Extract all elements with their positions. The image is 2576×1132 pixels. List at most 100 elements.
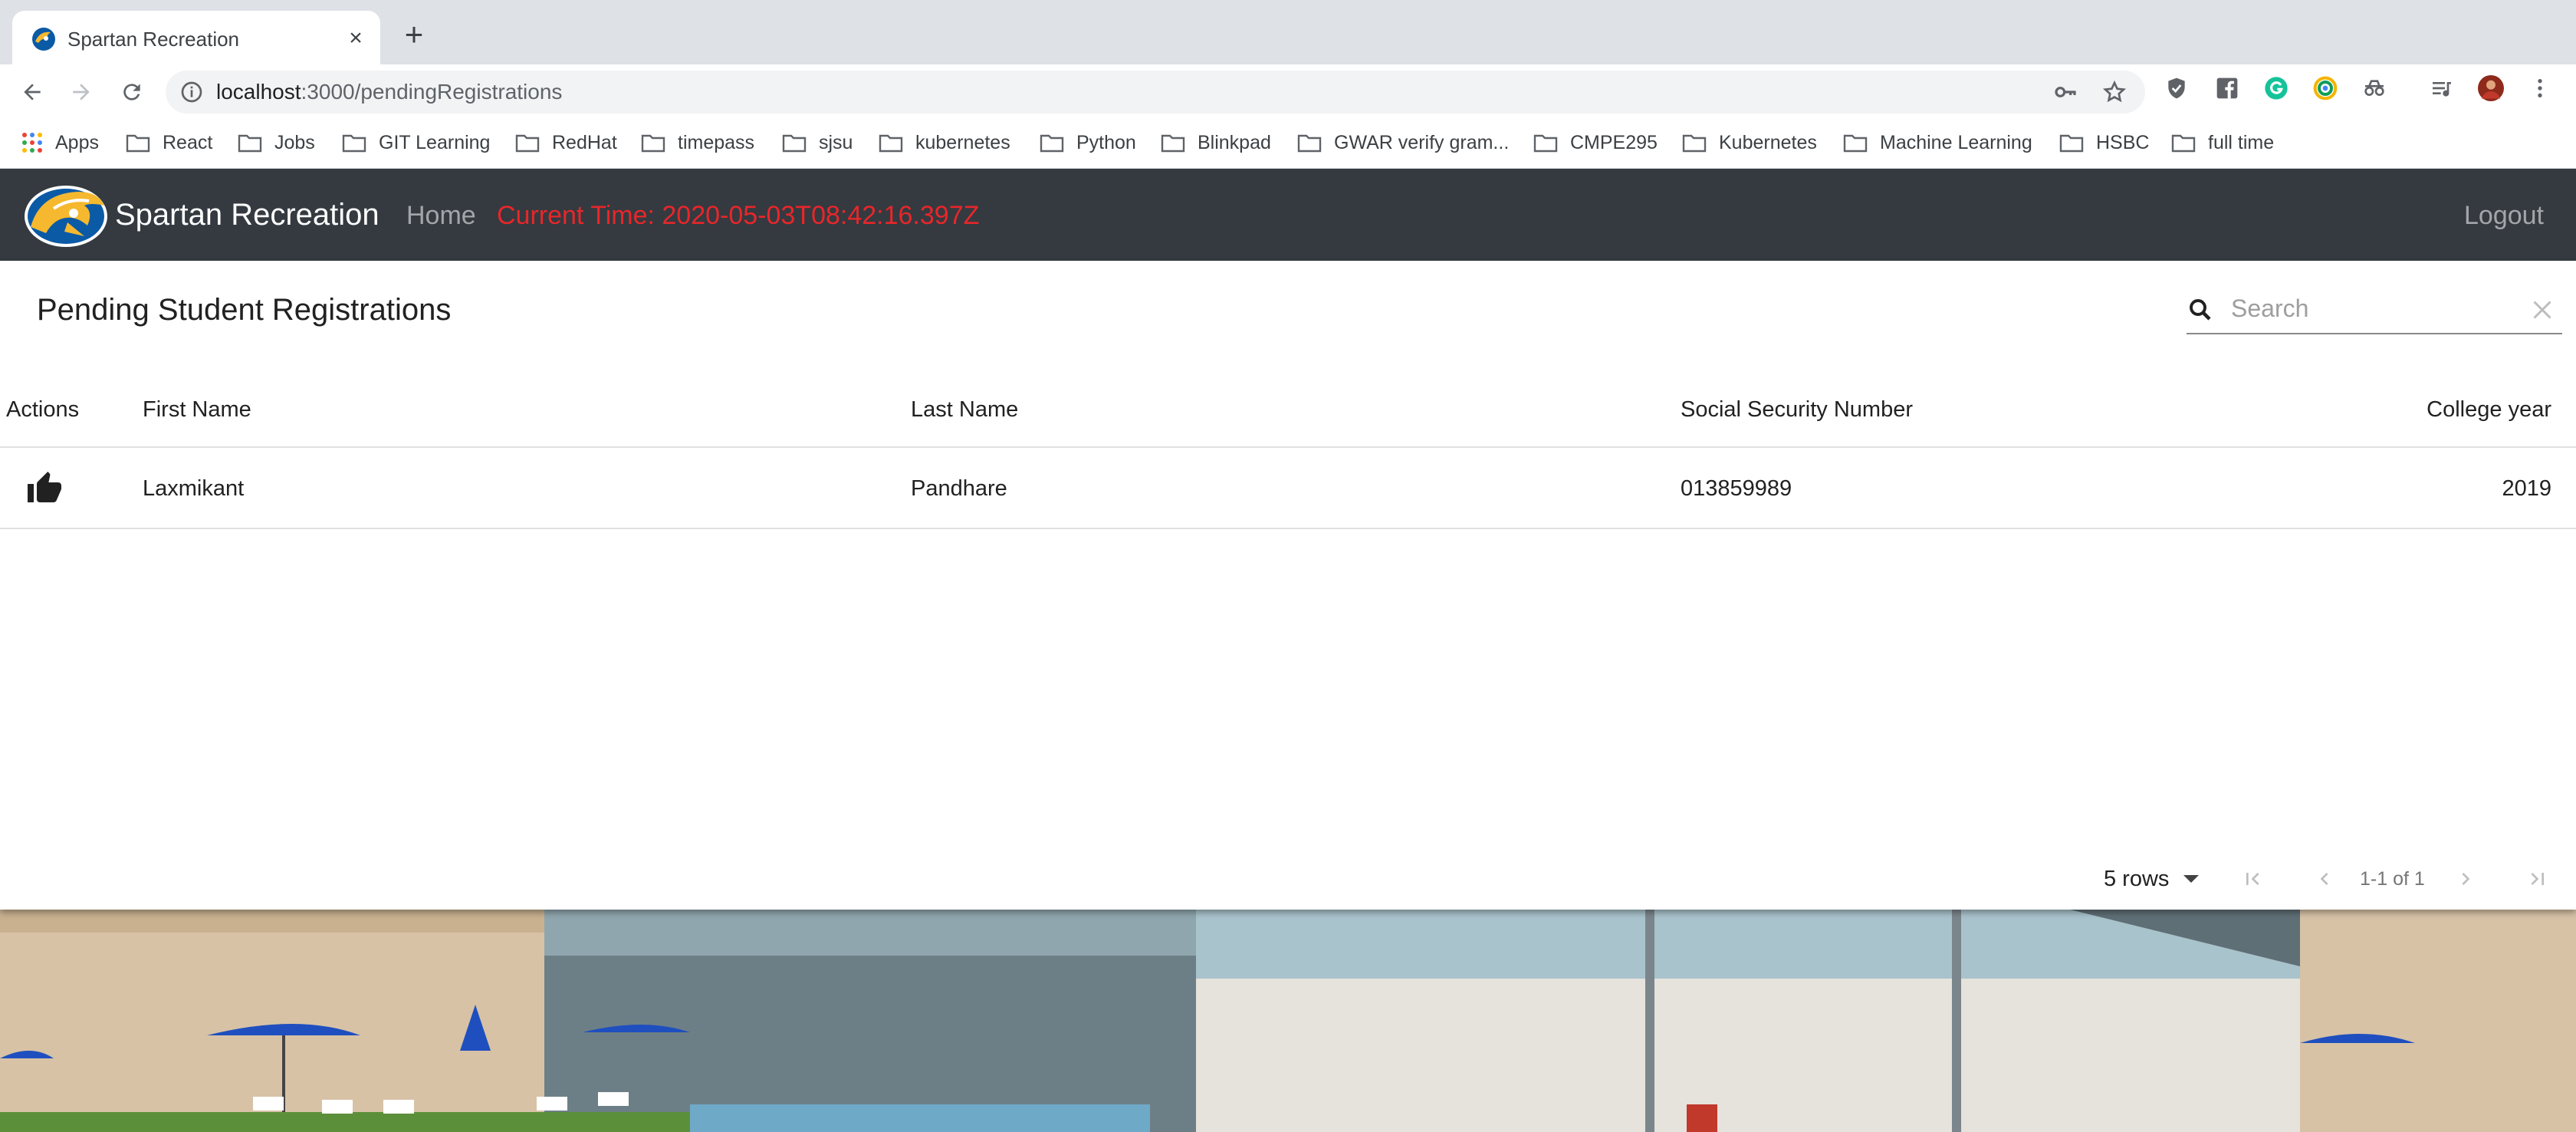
bookmark-label: RedHat [552,131,617,153]
bookmark-folder[interactable]: HSBC [2059,129,2149,156]
bookmark-apps[interactable]: Apps [21,129,99,156]
column-header-ssn[interactable]: Social Security Number [1681,371,1913,448]
bookmark-label: Jobs [274,131,315,153]
shield-extension-icon[interactable] [2164,75,2190,101]
bookmark-folder[interactable]: React [126,129,212,156]
bookmark-label: Kubernetes [1719,131,1817,153]
tab-close-icon[interactable]: × [342,25,370,52]
folder-icon [515,134,540,153]
bookmark-label: Python [1076,131,1136,153]
bookmark-folder[interactable]: GIT Learning [342,129,490,156]
folder-icon [1040,134,1064,153]
brand-name[interactable]: Spartan Recreation [115,196,380,233]
column-header-actions: Actions [6,397,80,422]
rows-per-page-value: 5 rows [2104,866,2170,891]
next-page-icon[interactable] [2450,864,2481,894]
previous-page-icon[interactable] [2309,864,2340,894]
url-host: localhost [216,80,301,104]
facebook-extension-icon[interactable] [2214,75,2240,101]
profile-avatar[interactable] [2478,75,2504,101]
bookmark-folder[interactable]: CMPE295 [1533,129,1658,156]
column-header-college-year[interactable]: College year [2426,371,2551,448]
bookmark-folder[interactable]: Jobs [238,129,315,156]
bookmark-label: HSBC [2096,131,2150,153]
key-icon[interactable] [2053,80,2078,104]
back-arrow-icon[interactable] [15,75,49,109]
folder-icon [641,134,665,153]
bookmark-folder[interactable]: RedHat [515,129,617,156]
app-navbar: Spartan Recreation Home Current Time: 20… [0,169,2576,261]
spartan-logo-icon[interactable] [23,183,109,248]
bookmark-folder[interactable]: GWAR verify gram... [1297,129,1509,156]
folder-icon [782,134,807,153]
bookmark-folder[interactable]: Blinkpad [1161,129,1271,156]
bookmarks-bar: Apps React Jobs GIT Learning RedHat time… [0,118,2576,169]
cell-college-year: 2019 [2502,476,2551,501]
folder-icon [126,134,150,153]
search-field[interactable] [2187,284,2562,334]
folder-icon [1161,134,1185,153]
bookmark-label: CMPE295 [1570,131,1658,153]
colorful-extension-icon[interactable] [2312,75,2338,101]
folder-icon [879,134,903,153]
cell-last-name: Pandhare [911,476,1007,501]
chevron-down-icon [2183,875,2200,883]
page-info: 1-1 of 1 [2360,868,2425,890]
tab-title: Spartan Recreation [67,28,240,51]
url-text[interactable]: localhost:3000/pendingRegistrations [216,71,562,114]
folder-icon [342,134,366,153]
current-time: Current Time: 2020-05-03T08:42:16.397Z [497,201,980,230]
bookmark-folder[interactable]: sjsu [782,129,853,156]
bookmark-label: full time [2208,131,2275,153]
bookmark-label: React [163,131,213,153]
folder-icon [1533,134,1558,153]
grammarly-extension-icon[interactable] [2263,75,2289,101]
address-bar[interactable]: localhost:3000/pendingRegistrations [166,71,2145,114]
table-header: Actions First Name Last Name Social Secu… [0,371,2576,448]
folder-icon [2171,134,2196,153]
bookmark-label: Machine Learning [1880,131,2032,153]
media-queue-icon[interactable] [2429,75,2455,101]
table-row: Laxmikant Pandhare 013859989 2019 [0,448,2576,529]
rows-per-page-select[interactable]: 5 rows [2104,864,2200,894]
star-icon[interactable] [2102,80,2127,104]
column-header-first-name[interactable]: First Name [143,371,251,448]
page-title: Pending Student Registrations [37,293,452,327]
bookmark-folder[interactable]: kubernetes [879,129,1010,156]
bookmark-folder[interactable]: Machine Learning [1843,129,2032,156]
logout-link[interactable]: Logout [2464,199,2544,232]
cell-ssn: 013859989 [1681,476,1792,501]
folder-icon [238,134,262,153]
search-input[interactable] [2229,290,2505,327]
folder-icon [1297,134,1322,153]
approve-thumb-up-icon[interactable] [25,469,64,508]
reload-icon[interactable] [115,75,149,109]
bookmark-label: GWAR verify gram... [1334,131,1510,153]
nav-home-link[interactable]: Home [406,199,476,232]
info-icon[interactable] [179,80,204,104]
bookmark-label: GIT Learning [379,131,491,153]
chrome-menu-icon[interactable] [2527,75,2553,101]
browser-toolbar: localhost:3000/pendingRegistrations [0,64,2576,118]
spartan-favicon-icon [32,28,55,51]
bookmark-folder[interactable]: Python [1040,129,1136,156]
folder-icon [1682,134,1707,153]
browser-tab[interactable]: Spartan Recreation × [12,11,380,64]
incognito-extension-icon[interactable] [2361,75,2387,101]
close-icon[interactable] [2528,296,2556,324]
bookmark-folder[interactable]: Kubernetes [1682,129,1817,156]
first-page-icon[interactable] [2237,864,2268,894]
bookmark-label: timepass [678,131,755,153]
bookmark-label: kubernetes [915,131,1010,153]
bookmark-label: Apps [55,131,99,153]
bookmark-folder[interactable]: full time [2171,129,2274,156]
search-icon [2190,299,2211,321]
bookmark-folder[interactable]: timepass [641,129,754,156]
folder-icon [1843,134,1868,153]
column-header-last-name[interactable]: Last Name [911,371,1018,448]
folder-icon [2059,134,2084,153]
new-tab-icon[interactable]: + [399,18,429,51]
forward-arrow-icon[interactable] [64,75,98,109]
last-page-icon[interactable] [2522,864,2553,894]
bookmark-label: Blinkpad [1198,131,1271,153]
